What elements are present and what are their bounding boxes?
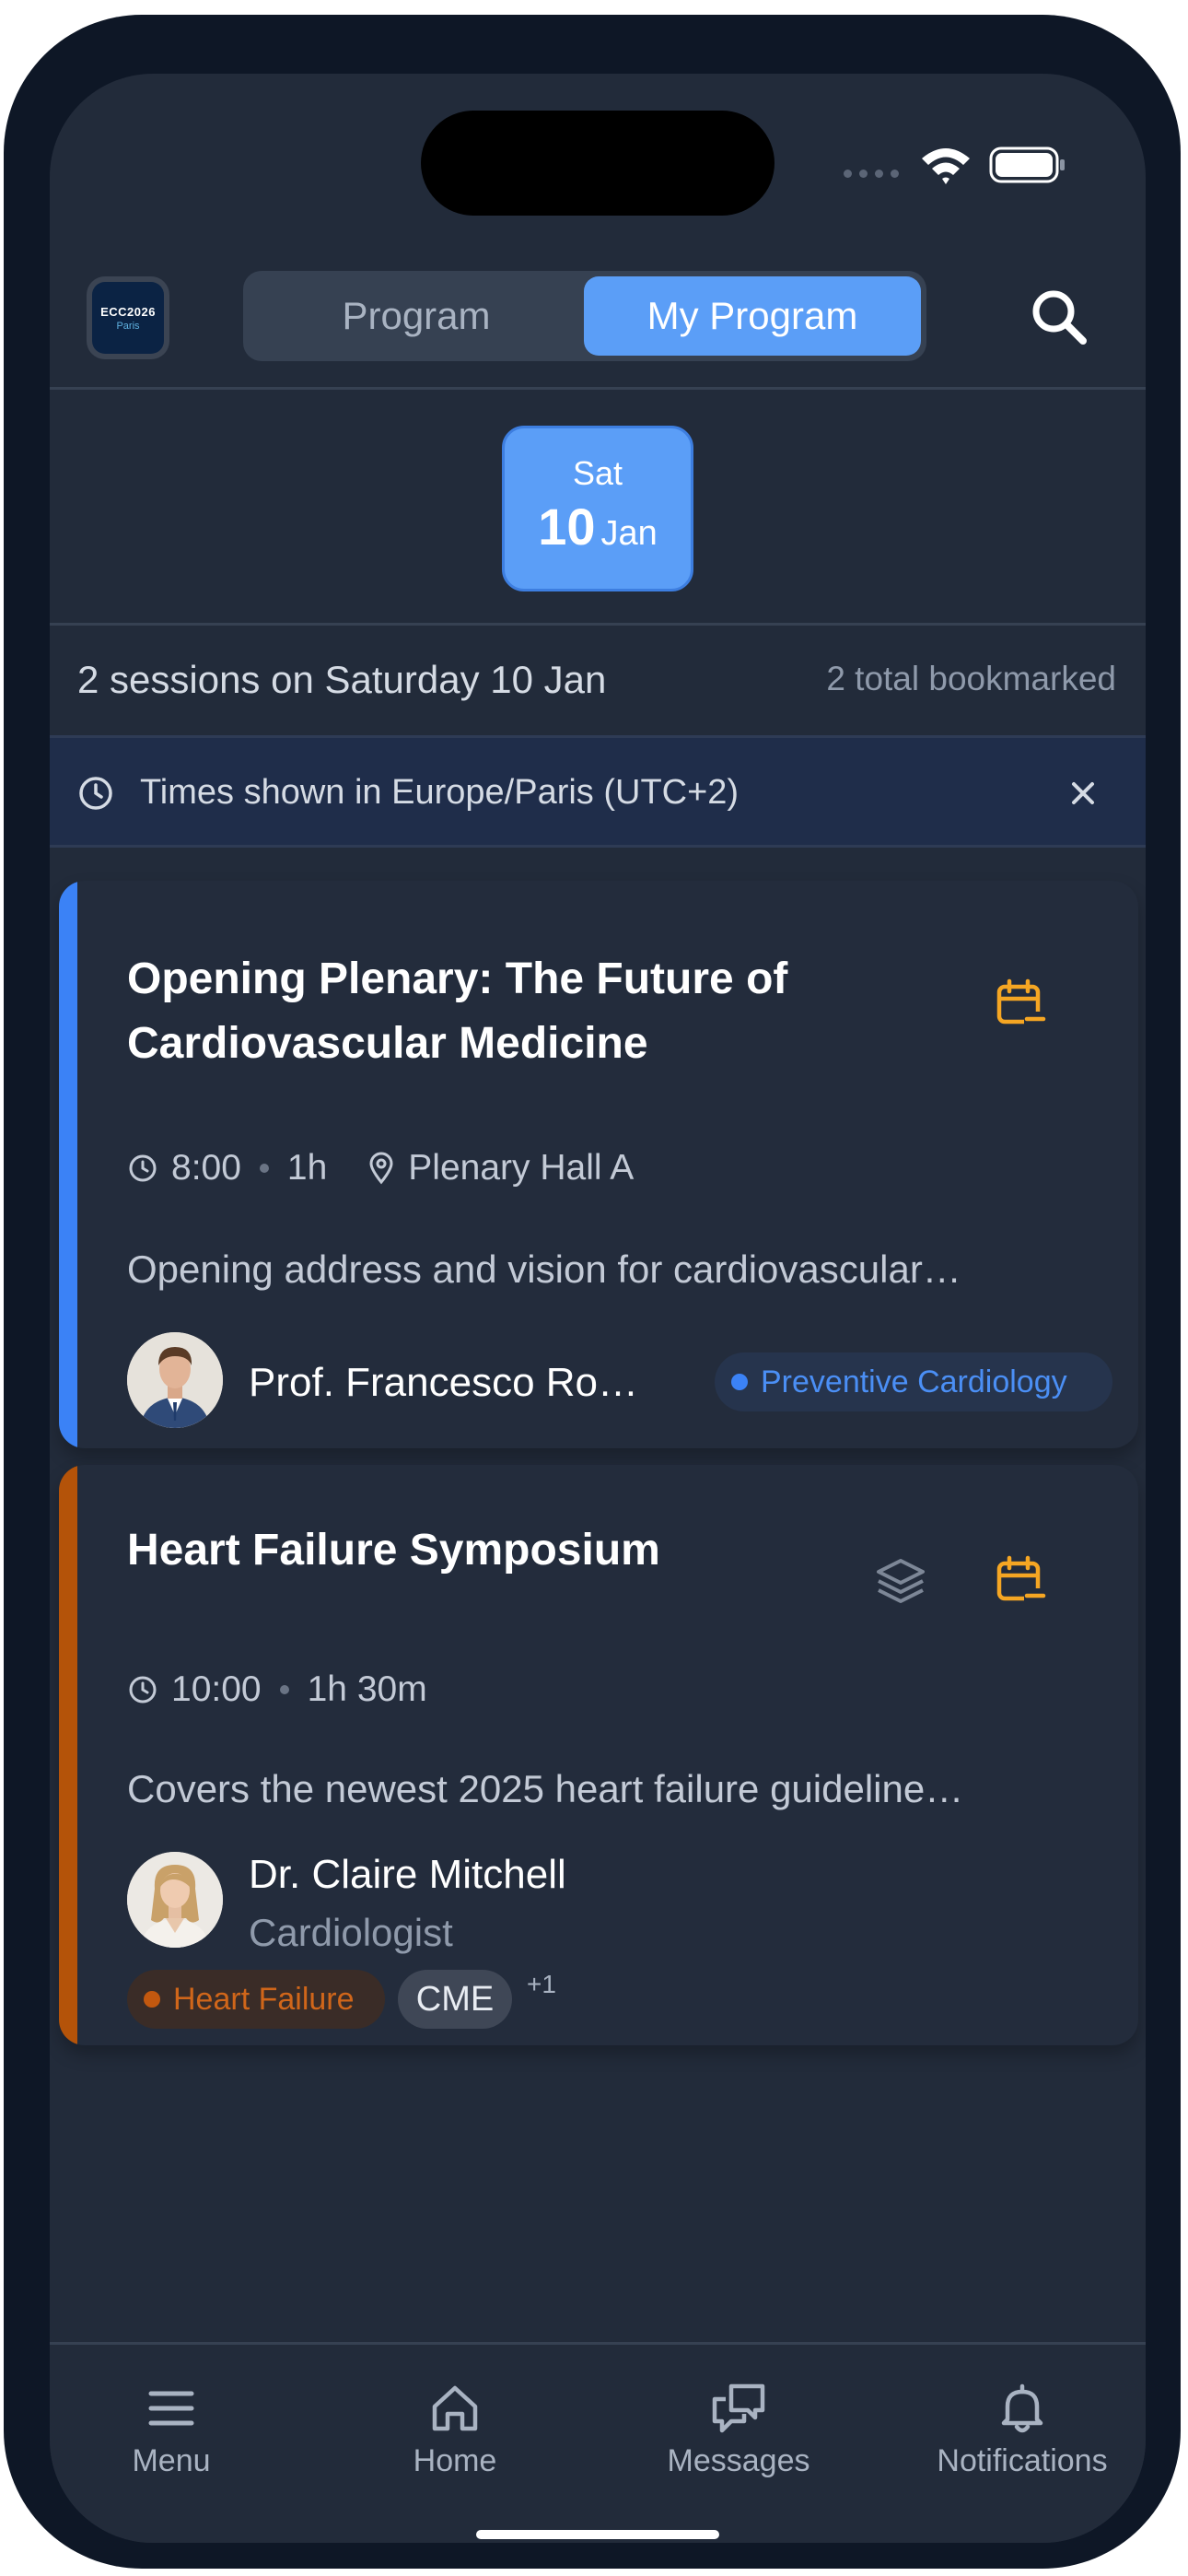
date-divider [50, 623, 1146, 626]
session-title: Opening Plenary: The Future of Cardiovas… [127, 954, 788, 1068]
wifi-icon [922, 148, 970, 184]
home-icon [432, 2385, 478, 2431]
program-segmented-control: Program My Program [243, 271, 926, 361]
track-tag: Preventive Cardiology [715, 1352, 1112, 1411]
date-weekday: Sat [572, 454, 623, 492]
location-pin-icon [369, 1152, 393, 1185]
calendar-remove-icon[interactable] [993, 1553, 1048, 1609]
session-accent-bar [59, 881, 77, 1448]
battery-icon [989, 146, 1065, 183]
avatar [127, 1852, 223, 1948]
tab-home[interactable]: Home [354, 2383, 556, 2479]
cellular-signal-icon [844, 170, 903, 179]
more-tags-count[interactable]: +1 [527, 1970, 556, 1999]
tab-home-label: Home [413, 2443, 497, 2478]
avatar [127, 1332, 223, 1428]
date-selector[interactable]: Sat 10 Jan [502, 426, 693, 591]
session-duration: 1h [286, 1148, 328, 1188]
home-indicator [476, 2530, 719, 2539]
session-title: Heart Failure Symposium [127, 1526, 660, 1575]
track-tag: Heart Failure [127, 1970, 385, 2029]
dynamic-island [421, 111, 775, 216]
header-divider [50, 387, 1146, 390]
timezone-text: Times shown in Europe/Paris (UTC+2) [140, 773, 740, 812]
cme-tag: CME [398, 1970, 512, 2029]
calendar-remove-icon[interactable] [993, 977, 1048, 1032]
clock-icon [129, 1154, 157, 1182]
session-description: Covers the newest 2025 heart failure gui… [127, 1767, 964, 1810]
menu-icon [148, 2391, 194, 2426]
date-day: 10 [538, 498, 596, 556]
tab-notifications[interactable]: Notifications [921, 2383, 1124, 2479]
tab-notifications-label: Notifications [937, 2443, 1108, 2478]
tab-program[interactable]: Program [249, 276, 584, 356]
timezone-banner: Times shown in Europe/Paris (UTC+2) [50, 735, 1146, 848]
bottom-tab-bar: Menu Home Messages Notifications [50, 2346, 1146, 2543]
sessions-count: 2 sessions on Saturday 10 Jan [77, 658, 607, 701]
session-accent-bar [59, 1465, 77, 2045]
bookmarked-count: 2 total bookmarked [826, 660, 1116, 697]
event-logo[interactable]: ECC2026 Paris [87, 276, 169, 359]
session-duration: 1h 30m [307, 1669, 427, 1709]
session-meta: 8:00 1h Plenary Hall A [127, 1148, 634, 1188]
speaker-role: Cardiologist [249, 1911, 453, 1954]
tab-menu[interactable]: Menu [70, 2383, 273, 2479]
session-card[interactable]: Heart Failure Symposium 10:00 1h 30m Cov… [59, 1465, 1138, 2045]
tab-messages[interactable]: Messages [637, 2383, 840, 2479]
tabbar-divider [50, 2342, 1146, 2345]
tab-menu-label: Menu [132, 2443, 211, 2478]
clock-icon [129, 1676, 157, 1704]
session-time: 10:00 [171, 1669, 262, 1709]
close-icon[interactable] [1066, 777, 1100, 810]
date-month: Jan [600, 514, 658, 553]
messages-icon [712, 2383, 765, 2433]
bell-icon [1001, 2383, 1043, 2433]
layers-icon [877, 1559, 925, 1603]
event-logo-mark: ECC2026 Paris [92, 282, 164, 354]
speaker-name: Prof. Francesco Ro… [249, 1360, 639, 1405]
device-frame: ECC2026 Paris Program My Program Sat 10 J… [4, 15, 1181, 2569]
tab-messages-label: Messages [667, 2443, 810, 2478]
tab-my-program[interactable]: My Program [584, 276, 921, 356]
speaker-name: Dr. Claire Mitchell [249, 1852, 566, 1897]
session-meta: 10:00 1h 30m [127, 1669, 427, 1710]
session-time: 8:00 [171, 1148, 241, 1188]
session-location: Plenary Hall A [408, 1148, 635, 1188]
session-description: Opening address and vision for cardiovas… [127, 1247, 961, 1291]
logo-title: ECC2026 [100, 304, 156, 319]
logo-subtitle: Paris [116, 320, 140, 332]
app-screen: ECC2026 Paris Program My Program Sat 10 J… [50, 74, 1146, 2543]
session-card[interactable]: Opening Plenary: The Future of Cardiovas… [59, 881, 1138, 1448]
search-icon[interactable] [1026, 284, 1092, 350]
clock-icon [79, 777, 112, 810]
